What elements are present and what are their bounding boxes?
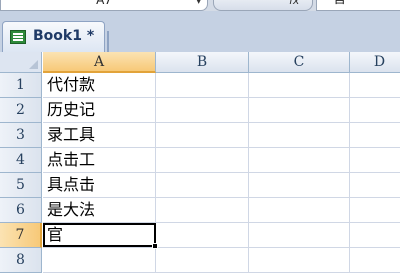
cell-c4[interactable] <box>249 148 350 173</box>
cell-a3[interactable]: 录工具 <box>43 123 156 148</box>
cell-a4[interactable]: 点击工 <box>43 148 156 173</box>
cell-b6[interactable] <box>156 198 249 223</box>
select-all-corner[interactable] <box>0 52 42 73</box>
column-header-d[interactable]: D <box>350 52 400 73</box>
insert-function-icon[interactable]: fx <box>289 0 299 7</box>
name-box-value: A7 <box>96 0 112 7</box>
cell-a5[interactable]: 具点击 <box>43 173 156 198</box>
workbook-tab[interactable]: Book1 * <box>2 21 105 52</box>
chevron-down-icon[interactable]: ▼ <box>196 0 201 5</box>
tab-divider <box>107 31 109 52</box>
cell-d6[interactable] <box>350 198 400 223</box>
column-header-c[interactable]: C <box>249 52 350 73</box>
cell-d1[interactable] <box>350 73 400 98</box>
cell-c3[interactable] <box>249 123 350 148</box>
cell-c1[interactable] <box>249 73 350 98</box>
cell-b2[interactable] <box>156 98 249 123</box>
cell-b7[interactable] <box>156 223 249 248</box>
formula-input[interactable]: 官 <box>316 0 400 11</box>
cell-c5[interactable] <box>249 173 350 198</box>
row-header-1[interactable]: 1 <box>0 73 42 98</box>
cell-b8[interactable] <box>156 248 249 273</box>
cell-a8[interactable] <box>43 248 156 273</box>
row-header-3[interactable]: 3 <box>0 123 42 148</box>
spreadsheet-grid: ABCD 1 代付款 2 历史记 3 录工具 4 点击工 5 具点击 6 是大法 7 官 8 <box>0 52 400 273</box>
cell-c7[interactable] <box>249 223 350 248</box>
cell-d2[interactable] <box>350 98 400 123</box>
column-header-b[interactable]: B <box>156 52 249 73</box>
name-box[interactable]: A7 <box>0 0 208 11</box>
cell-d8[interactable] <box>350 248 400 273</box>
cell-d5[interactable] <box>350 173 400 198</box>
cell-c2[interactable] <box>249 98 350 123</box>
cell-a1[interactable]: 代付款 <box>43 73 156 98</box>
row-header-5[interactable]: 5 <box>0 173 42 198</box>
cell-b1[interactable] <box>156 73 249 98</box>
fx-area: fx <box>213 0 313 11</box>
row-header-7[interactable]: 7 <box>0 223 42 248</box>
cell-b3[interactable] <box>156 123 249 148</box>
row-header-4[interactable]: 4 <box>0 148 42 173</box>
cell-d4[interactable] <box>350 148 400 173</box>
row-header-6[interactable]: 6 <box>0 198 42 223</box>
cell-a2[interactable]: 历史记 <box>43 98 156 123</box>
cell-a6[interactable]: 是大法 <box>43 198 156 223</box>
formula-bar: A7 ▼ fx 官 <box>0 0 400 11</box>
cell-c6[interactable] <box>249 198 350 223</box>
workbook-tab-label: Book1 * <box>33 28 95 44</box>
workbook-tab-strip: Book1 * <box>0 11 400 52</box>
row-header-2[interactable]: 2 <box>0 98 42 123</box>
excel-workbook-icon <box>10 30 26 44</box>
column-header-a[interactable]: A <box>43 52 156 73</box>
cell-d3[interactable] <box>350 123 400 148</box>
cell-b4[interactable] <box>156 148 249 173</box>
row-header-8[interactable]: 8 <box>0 248 42 273</box>
cell-c8[interactable] <box>249 248 350 273</box>
cell-d7[interactable] <box>350 223 400 248</box>
fill-handle[interactable] <box>152 243 158 249</box>
cell-a7[interactable]: 官 <box>43 223 156 248</box>
cell-b5[interactable] <box>156 173 249 198</box>
